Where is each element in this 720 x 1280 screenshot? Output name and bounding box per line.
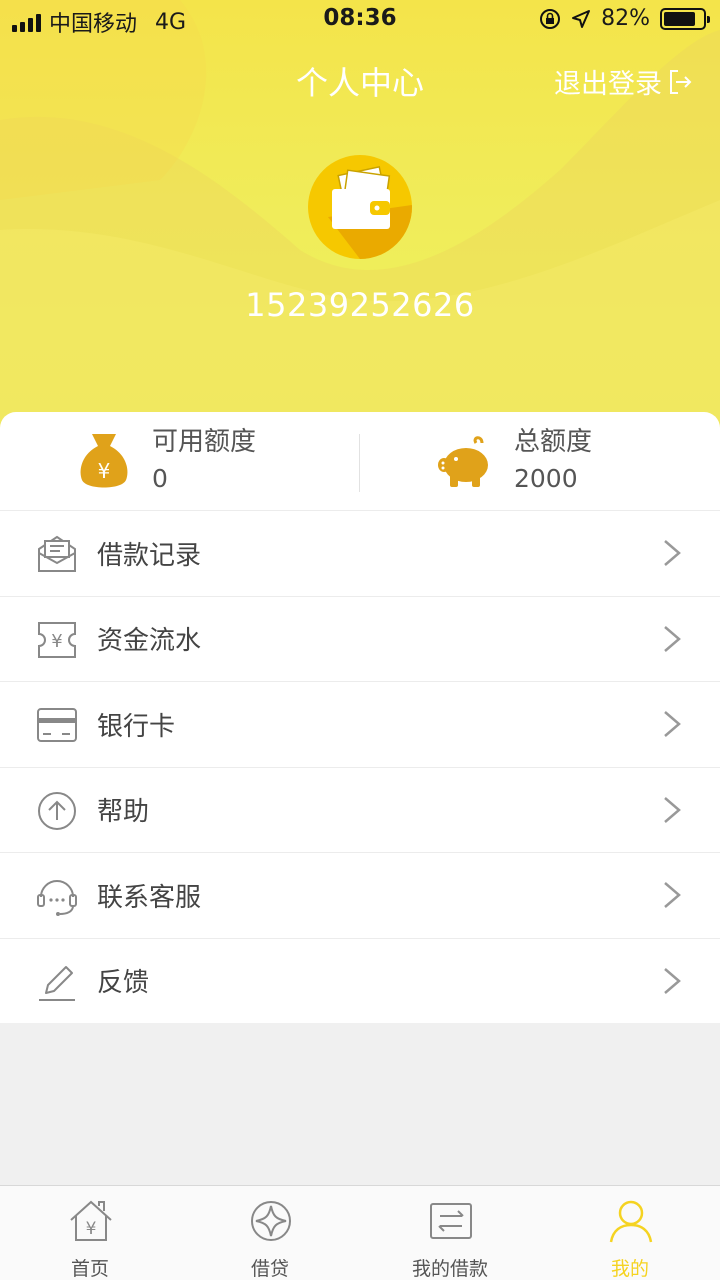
chevron-right-icon — [664, 711, 681, 737]
tab-home[interactable]: ¥ 首页 — [0, 1186, 180, 1280]
svg-text:¥: ¥ — [98, 459, 111, 483]
total-quota-label: 总额度 — [514, 427, 593, 457]
menu-item-feedback[interactable]: 反馈 — [0, 937, 720, 1024]
menu-item-label: 借款记录 — [97, 540, 202, 571]
pencil-icon — [39, 965, 75, 1001]
menu-item-label: 银行卡 — [97, 711, 176, 742]
tab-my-loans[interactable]: 我的借款 — [360, 1186, 540, 1280]
tab-label: 借贷 — [250, 1258, 289, 1280]
total-quota-value: 2000 — [514, 464, 578, 493]
chevron-right-icon — [664, 625, 681, 652]
logout-button[interactable]: 退出登录 — [554, 62, 692, 101]
quota-divider — [359, 434, 360, 492]
person-icon — [609, 1200, 653, 1243]
logout-label: 退出登录 — [554, 69, 662, 100]
chevron-right-icon — [664, 967, 681, 994]
menu-item-customer-service[interactable]: 联系客服 — [0, 852, 720, 938]
menu-item-label: 帮助 — [97, 797, 150, 828]
bottom-tab-bar: ¥ 首页 借贷 我的借款 我的 — [0, 1185, 720, 1280]
logout-icon — [670, 69, 692, 94]
total-quota: 总额度 2000 — [438, 424, 592, 498]
chevron-right-icon — [664, 882, 681, 908]
tab-loan[interactable]: 借贷 — [180, 1186, 360, 1280]
user-phone: 15239252626 — [245, 286, 475, 324]
menu-item-label: 反馈 — [97, 968, 150, 999]
home-yuan-icon: ¥ — [70, 1200, 112, 1241]
available-quota: ¥ 可用额度 0 — [78, 424, 256, 498]
available-quota-label: 可用额度 — [152, 427, 257, 457]
menu-item-bank-card[interactable]: 银行卡 — [0, 681, 720, 767]
menu-item-loan-records[interactable]: 借款记录 — [0, 510, 720, 596]
tab-mine[interactable]: 我的 — [540, 1186, 720, 1280]
available-quota-value: 0 — [152, 464, 168, 493]
money-bag-icon: ¥ — [80, 434, 128, 488]
chevron-right-icon — [664, 540, 681, 566]
quota-panel: ¥ 可用额度 0 总额度 2000 — [0, 412, 720, 510]
wallet-icon — [328, 165, 412, 259]
tab-label: 我的借款 — [411, 1258, 488, 1280]
menu-list: 借款记录 ¥ 资金流水 银行卡 帮助 联系客服 反馈 — [0, 510, 720, 1023]
bank-card-icon — [37, 708, 77, 742]
loan-star-icon — [251, 1201, 291, 1241]
profile-header: 中国移动 4G 08:36 82% 个人中心 退出登录 15239252626 — [0, 0, 720, 430]
menu-item-label: 资金流水 — [97, 626, 202, 657]
headset-icon — [37, 880, 77, 916]
battery-percent: 82% — [601, 6, 650, 31]
mail-envelope-icon — [38, 535, 76, 572]
menu-item-help[interactable]: 帮助 — [0, 766, 720, 853]
menu-item-fund-flow[interactable]: ¥ 资金流水 — [0, 595, 720, 682]
my-loan-icon — [430, 1203, 472, 1239]
menu-item-label: 联系客服 — [97, 882, 202, 913]
svg-text:¥: ¥ — [51, 631, 62, 652]
tab-label: 我的 — [610, 1258, 649, 1280]
orientation-lock-icon — [540, 8, 561, 29]
location-arrow-icon — [572, 9, 591, 28]
avatar[interactable] — [308, 155, 412, 259]
chevron-right-icon — [664, 796, 681, 823]
status-bar: 中国移动 4G 08:36 82% — [0, 0, 720, 40]
tab-label: 首页 — [70, 1258, 109, 1280]
svg-text:¥: ¥ — [86, 1219, 97, 1239]
piggy-bank-icon — [438, 436, 488, 487]
arrow-up-circle-icon — [38, 791, 76, 830]
battery-icon — [660, 7, 710, 30]
yuan-ticket-icon: ¥ — [38, 621, 76, 658]
